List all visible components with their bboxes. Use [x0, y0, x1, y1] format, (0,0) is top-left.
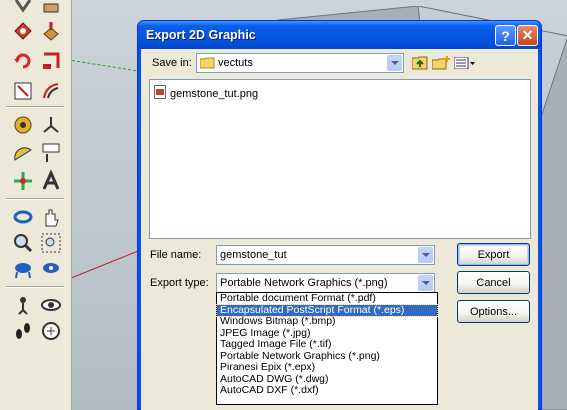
3d-text-icon[interactable] [38, 168, 64, 194]
file-name-field[interactable] [216, 245, 435, 265]
export-button[interactable]: Export [457, 243, 530, 266]
help-button[interactable]: ? [495, 25, 516, 46]
walk-icon[interactable] [10, 256, 36, 282]
export-type-option[interactable]: Tagged Image File (*.tif) [217, 338, 437, 351]
rectangle-select-icon[interactable] [10, 78, 36, 104]
export-type-option[interactable]: Windows Bitmap (*.bmp) [217, 315, 437, 328]
paint-bucket-icon[interactable] [38, 18, 64, 44]
save-in-dropdown[interactable]: vectuts [196, 53, 404, 73]
axes-icon[interactable] [38, 112, 64, 138]
section-plane-icon[interactable] [38, 292, 64, 318]
export-type-option[interactable]: AutoCAD DXF (*.dxf) [217, 384, 437, 397]
file-name-input[interactable] [220, 249, 410, 261]
export-type-option[interactable]: Portable document Format (*.pdf) [217, 292, 437, 305]
export-type-label: Export type: [150, 277, 209, 289]
eraser-icon[interactable] [10, 18, 36, 44]
look-around-icon[interactable] [38, 256, 64, 282]
rotate-icon[interactable] [10, 48, 36, 74]
options-button[interactable]: Options... [457, 300, 530, 323]
folder-icon [199, 57, 215, 72]
up-one-level-icon[interactable] [410, 54, 430, 72]
red-axis [69, 248, 145, 279]
move-icon[interactable] [10, 168, 36, 194]
file-name-text: gemstone_tut.png [170, 87, 259, 100]
png-file-icon [154, 85, 167, 102]
dialog-title: Export 2D Graphic [146, 28, 256, 42]
file-name-label: File name: [150, 249, 202, 261]
chevron-down-icon[interactable] [418, 247, 433, 263]
orbit-icon[interactable] [10, 204, 36, 230]
push-pull-icon[interactable] [38, 0, 64, 18]
chevron-down-icon[interactable] [418, 275, 433, 291]
follow-me-icon[interactable] [38, 48, 64, 74]
chevron-down-icon[interactable] [387, 55, 402, 71]
export-type-options-list[interactable]: Portable document Format (*.pdf) Encapsu… [216, 292, 438, 405]
list-item[interactable]: gemstone_tut.png [154, 85, 258, 102]
tape-measure-icon[interactable] [10, 112, 36, 138]
file-list[interactable]: gemstone_tut.png [149, 79, 531, 239]
dimension-text-icon[interactable] [38, 140, 64, 166]
zoom-icon[interactable] [10, 230, 36, 256]
toolbar-separator [6, 106, 64, 108]
save-in-label: Save in: [152, 57, 192, 69]
view-menu-icon[interactable] [453, 54, 477, 72]
offset-icon[interactable] [38, 78, 64, 104]
pan-icon[interactable] [38, 204, 64, 230]
close-button[interactable]: ✕ [517, 25, 538, 46]
green-axis [71, 60, 142, 72]
export-type-value: Portable Network Graphics (*.png) [220, 277, 388, 289]
cancel-button[interactable]: Cancel [457, 271, 530, 294]
create-new-folder-icon[interactable] [431, 54, 451, 72]
toolbar-separator [6, 198, 64, 200]
position-camera-icon[interactable] [10, 292, 36, 318]
export-type-option[interactable]: Piranesi Epix (*.epx) [217, 361, 437, 374]
dialog-title-bar[interactable]: Export 2D Graphic ? ✕ [138, 21, 541, 49]
previous-view-icon[interactable] [10, 318, 36, 344]
next-view-icon[interactable] [38, 318, 64, 344]
tool-palette [0, 0, 72, 410]
zoom-window-icon[interactable] [38, 230, 64, 256]
save-in-value: vectuts [218, 57, 253, 69]
protractor-icon[interactable] [10, 140, 36, 166]
line-icon[interactable] [10, 0, 36, 18]
export-type-dropdown[interactable]: Portable Network Graphics (*.png) [216, 273, 435, 293]
toolbar-separator [6, 286, 64, 288]
